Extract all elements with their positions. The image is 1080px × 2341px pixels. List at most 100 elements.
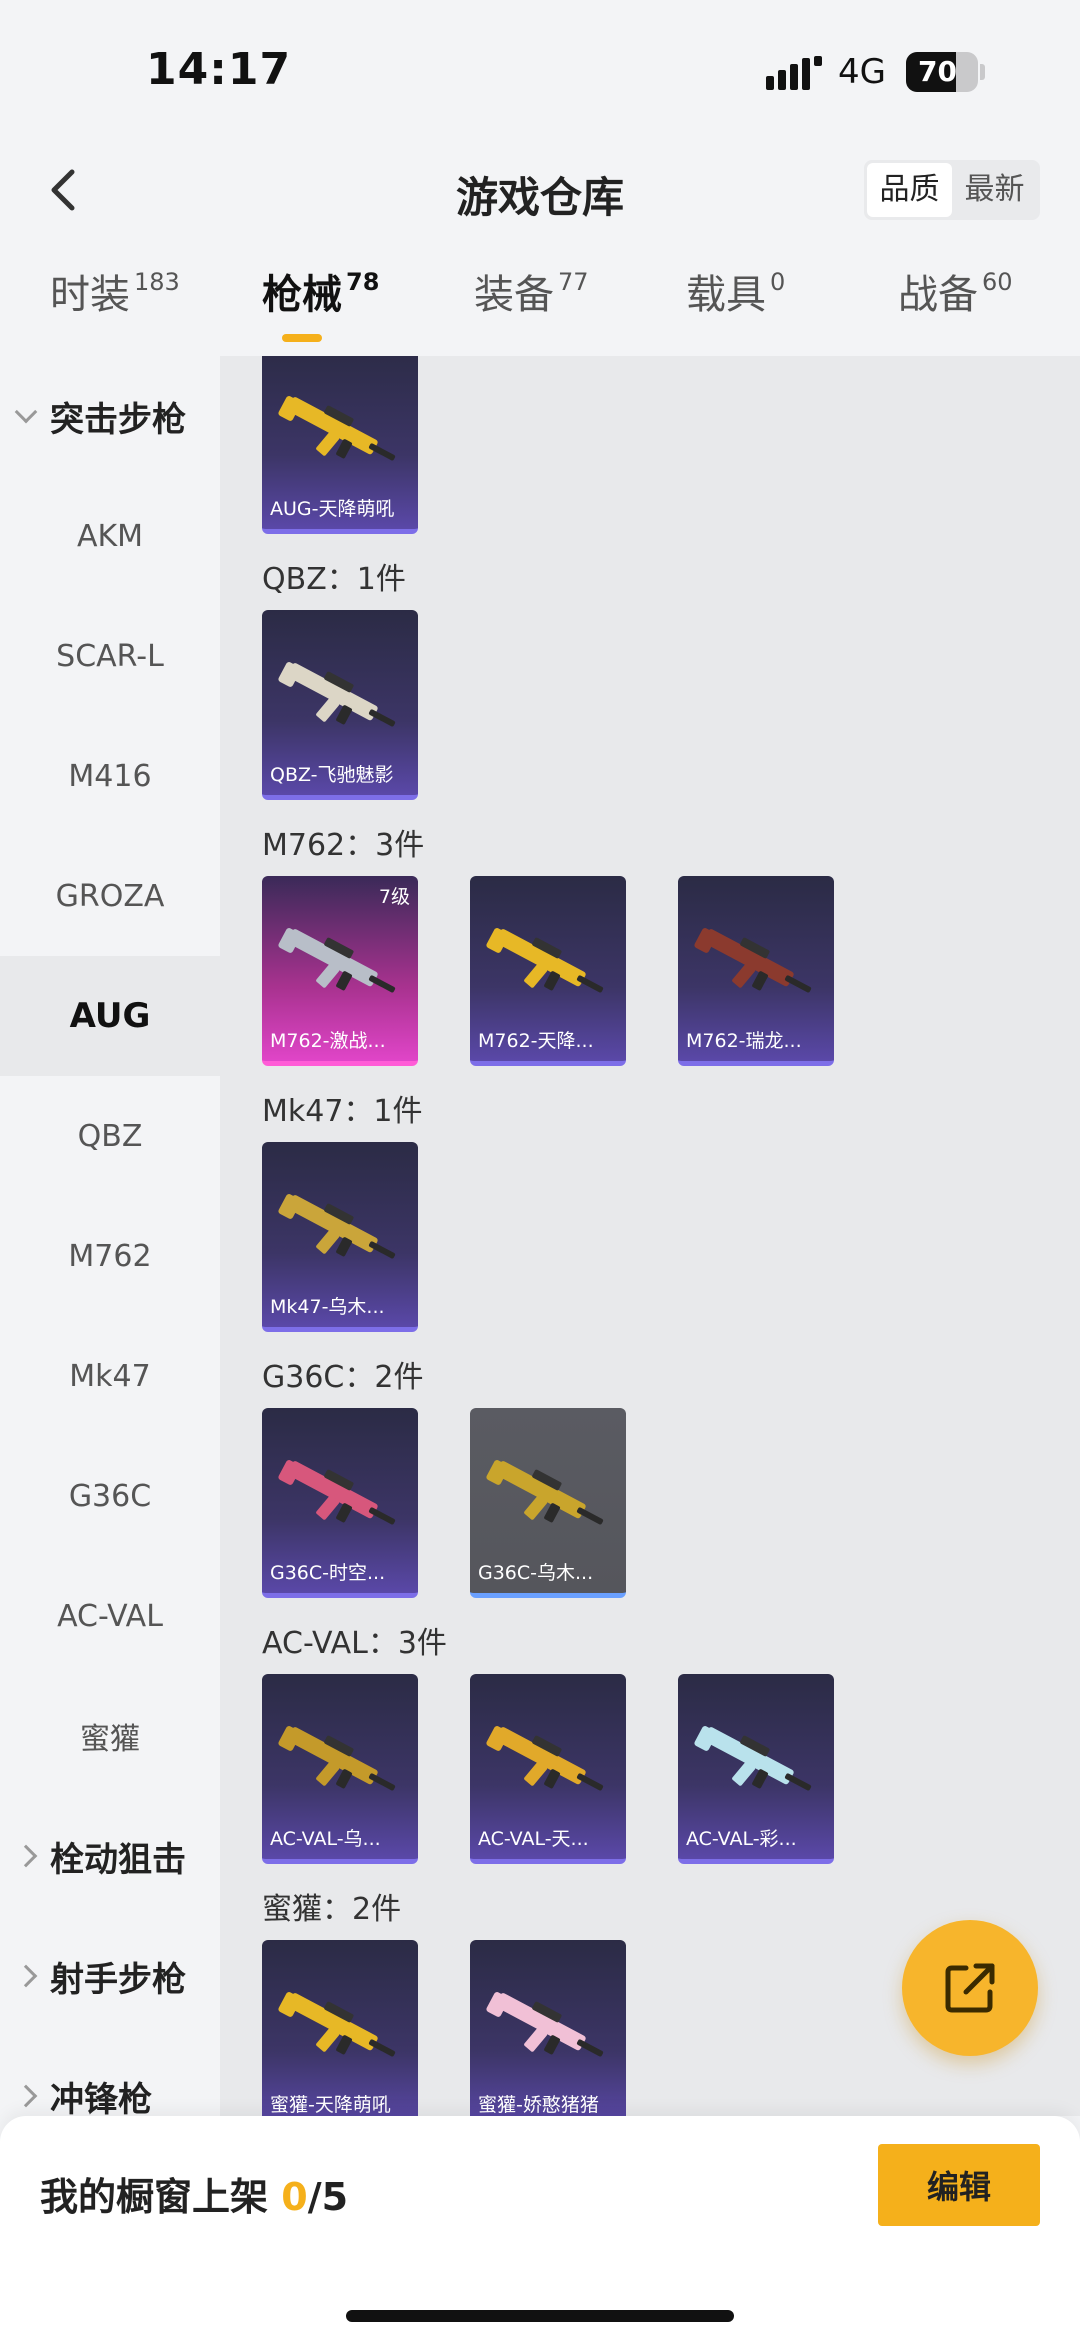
showcase-used-count: 0	[281, 2175, 308, 2219]
card-name: AC-VAL-天...	[478, 1828, 589, 1850]
section-title: Mk47：1件	[262, 1094, 423, 1129]
sidebar-group-assault-rifles[interactable]: 突击步枪	[0, 356, 220, 476]
sidebar-group-marksman-rifles[interactable]: 射手步枪	[0, 1916, 220, 2036]
battery-tip	[980, 64, 985, 80]
sidebar-item-scar-l[interactable]: SCAR-L	[0, 596, 220, 716]
weapon-card[interactable]: AC-VAL-彩...	[678, 1674, 834, 1864]
card-name: M762-天降...	[478, 1030, 594, 1052]
sidebar-item-m762[interactable]: M762	[0, 1196, 220, 1316]
tab-vehicles[interactable]: 载具 0	[686, 262, 906, 320]
tab-fashion[interactable]: 时装 183	[50, 262, 270, 320]
tab-count: 60	[982, 268, 1013, 296]
network-label: 4G	[838, 52, 886, 92]
sort-option-quality[interactable]: 品质	[867, 163, 952, 217]
tab-label: 载具	[686, 272, 766, 318]
tab-supplies[interactable]: 战备 60	[898, 262, 1080, 320]
tab-label: 战备	[898, 272, 978, 318]
showcase-label: 我的橱窗上架 0/5	[40, 2166, 348, 2221]
sidebar-group-label: 突击步枪	[50, 399, 186, 440]
rifle-icon	[278, 1194, 396, 1259]
sort-toggle: 品质 最新	[864, 160, 1040, 220]
edit-button[interactable]: 编辑	[878, 2144, 1040, 2226]
chevron-right-icon	[14, 1844, 38, 1868]
rifle-icon	[486, 1726, 604, 1791]
section-title: 蜜獾：2件	[262, 1892, 402, 1927]
battery-level: 70	[918, 55, 957, 88]
tab-count: 78	[346, 268, 380, 296]
category-tabs: 时装 183 枪械 78 装备 77 载具 0 战备 60	[0, 262, 1080, 356]
tab-count: 77	[558, 268, 589, 296]
tab-count: 0	[770, 268, 786, 296]
active-tab-indicator	[282, 334, 322, 342]
status-time: 14:17	[146, 44, 292, 95]
battery-indicator: 70	[906, 52, 978, 92]
home-indicator	[346, 2310, 734, 2322]
sidebar-group-smgs[interactable]: 冲锋枪	[0, 2036, 220, 2116]
card-name: G36C-时空...	[270, 1562, 386, 1584]
card-level: 7级	[378, 886, 410, 908]
chevron-down-icon	[14, 400, 38, 424]
chevron-right-icon	[14, 1964, 38, 1988]
card-name: G36C-乌木...	[478, 1562, 594, 1584]
sidebar-group-bolt-action-snipers[interactable]: 栓动狙击	[0, 1796, 220, 1916]
sidebar-item-groza[interactable]: GROZA	[0, 836, 220, 956]
sidebar-item-g36c[interactable]: G36C	[0, 1436, 220, 1556]
rifle-icon	[278, 1992, 396, 2057]
sidebar-item-m416[interactable]: M416	[0, 716, 220, 836]
card-name: 蜜獾-天降萌吼	[270, 2094, 391, 2116]
weapon-type-sidebar: 突击步枪 AKM SCAR-L M416 GROZA AUG QBZ M762 …	[0, 356, 220, 2116]
sidebar-item-honey-badger[interactable]: 蜜獾	[0, 1676, 220, 1796]
rifle-icon	[486, 928, 604, 993]
sidebar-item-mk47[interactable]: Mk47	[0, 1316, 220, 1436]
inventory-list: AUG-天降萌吼 QBZ：1件 QBZ-飞驰魅影 M762：3件 7级 M762-激战..…	[220, 356, 1080, 2116]
sort-option-newest[interactable]: 最新	[952, 163, 1037, 217]
weapon-card[interactable]: 7级 M762-激战...	[262, 876, 418, 1066]
status-bar: 14:17 4G 70	[0, 0, 1080, 140]
weapon-card[interactable]: G36C-时空...	[262, 1408, 418, 1598]
showcase-title: 我的橱窗上架	[40, 2175, 269, 2219]
sidebar-item-ac-val[interactable]: AC-VAL	[0, 1556, 220, 1676]
section-title: G36C：2件	[262, 1360, 424, 1395]
weapon-card[interactable]: QBZ-飞驰魅影	[262, 610, 418, 800]
card-name: Mk47-乌木...	[270, 1296, 385, 1318]
sidebar-item-qbz[interactable]: QBZ	[0, 1076, 220, 1196]
rifle-icon	[278, 1460, 396, 1525]
card-name: AC-VAL-乌...	[270, 1828, 381, 1850]
weapon-card[interactable]: 蜜獾-娇憨猪猪	[470, 1940, 626, 2116]
section-title: M762：3件	[262, 828, 425, 863]
rifle-icon	[278, 396, 396, 461]
weapon-card[interactable]: AUG-天降萌吼	[262, 356, 418, 534]
card-name: AUG-天降萌吼	[270, 498, 395, 520]
showcase-panel: 我的橱窗上架 0/5 编辑	[0, 2116, 1080, 2341]
card-name: AC-VAL-彩...	[686, 1828, 797, 1850]
section-title: AC-VAL：3件	[262, 1626, 447, 1661]
weapon-card[interactable]: AC-VAL-天...	[470, 1674, 626, 1864]
tab-equipment[interactable]: 装备 77	[474, 262, 694, 320]
tab-count: 183	[134, 268, 180, 296]
rifle-icon	[278, 662, 396, 727]
sidebar-item-akm[interactable]: AKM	[0, 476, 220, 596]
card-name: M762-瑞龙...	[686, 1030, 802, 1052]
signal-icon	[766, 56, 822, 90]
sidebar-item-aug[interactable]: AUG	[0, 956, 220, 1076]
weapon-card[interactable]: M762-瑞龙...	[678, 876, 834, 1066]
tab-label: 装备	[474, 272, 554, 318]
weapon-card[interactable]: Mk47-乌木...	[262, 1142, 418, 1332]
weapon-card[interactable]: AC-VAL-乌...	[262, 1674, 418, 1864]
rifle-icon	[278, 928, 396, 993]
nav-bar: 游戏仓库 品质 最新	[0, 140, 1080, 240]
rifle-icon	[278, 1726, 396, 1791]
sidebar-group-label: 栓动狙击	[50, 1839, 186, 1880]
rifle-icon	[694, 928, 812, 993]
weapon-card[interactable]: M762-天降...	[470, 876, 626, 1066]
weapon-card[interactable]: 蜜獾-天降萌吼	[262, 1940, 418, 2116]
share-button[interactable]	[902, 1920, 1038, 2056]
weapon-card[interactable]: G36C-乌木...	[470, 1408, 626, 1598]
sidebar-group-label: 射手步枪	[50, 1959, 186, 2000]
share-icon	[945, 1963, 995, 2013]
chevron-right-icon	[14, 2084, 38, 2108]
showcase-total: /5	[307, 2175, 349, 2219]
rifle-icon	[486, 1992, 604, 2057]
tab-firearms[interactable]: 枪械 78	[262, 262, 482, 320]
tab-label: 时装	[50, 272, 130, 318]
